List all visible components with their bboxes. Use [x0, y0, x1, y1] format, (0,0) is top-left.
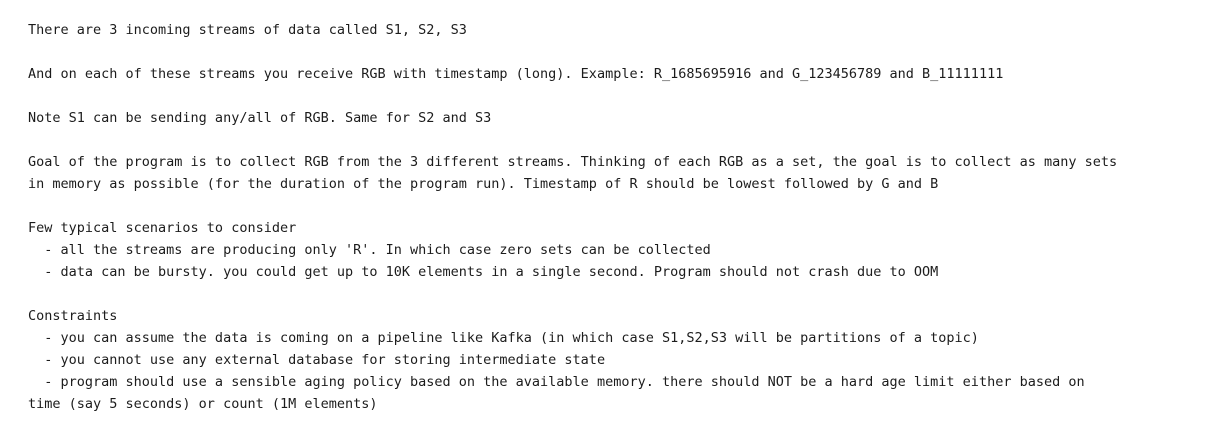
constraint-item: - program should use a sensible aging po… [28, 374, 1085, 390]
goal-line-1: Goal of the program is to collect RGB fr… [28, 154, 1118, 170]
intro-line: There are 3 incoming streams of data cal… [28, 22, 467, 38]
constraint-item: - you can assume the data is coming on a… [28, 330, 979, 346]
scenario-item: - data can be bursty. you could get up t… [28, 264, 939, 280]
constraint-item: - you cannot use any external database f… [28, 352, 606, 368]
note-line: Note S1 can be sending any/all of RGB. S… [28, 110, 492, 126]
problem-statement: There are 3 incoming streams of data cal… [28, 19, 1218, 415]
scenarios-heading: Few typical scenarios to consider [28, 220, 297, 236]
streams-line: And on each of these streams you receive… [28, 66, 1004, 82]
scenario-item: - all the streams are producing only 'R'… [28, 242, 711, 258]
goal-line-2: in memory as possible (for the duration … [28, 176, 939, 192]
constraints-heading: Constraints [28, 308, 118, 324]
constraint-continuation: time (say 5 seconds) or count (1M elemen… [28, 396, 378, 412]
